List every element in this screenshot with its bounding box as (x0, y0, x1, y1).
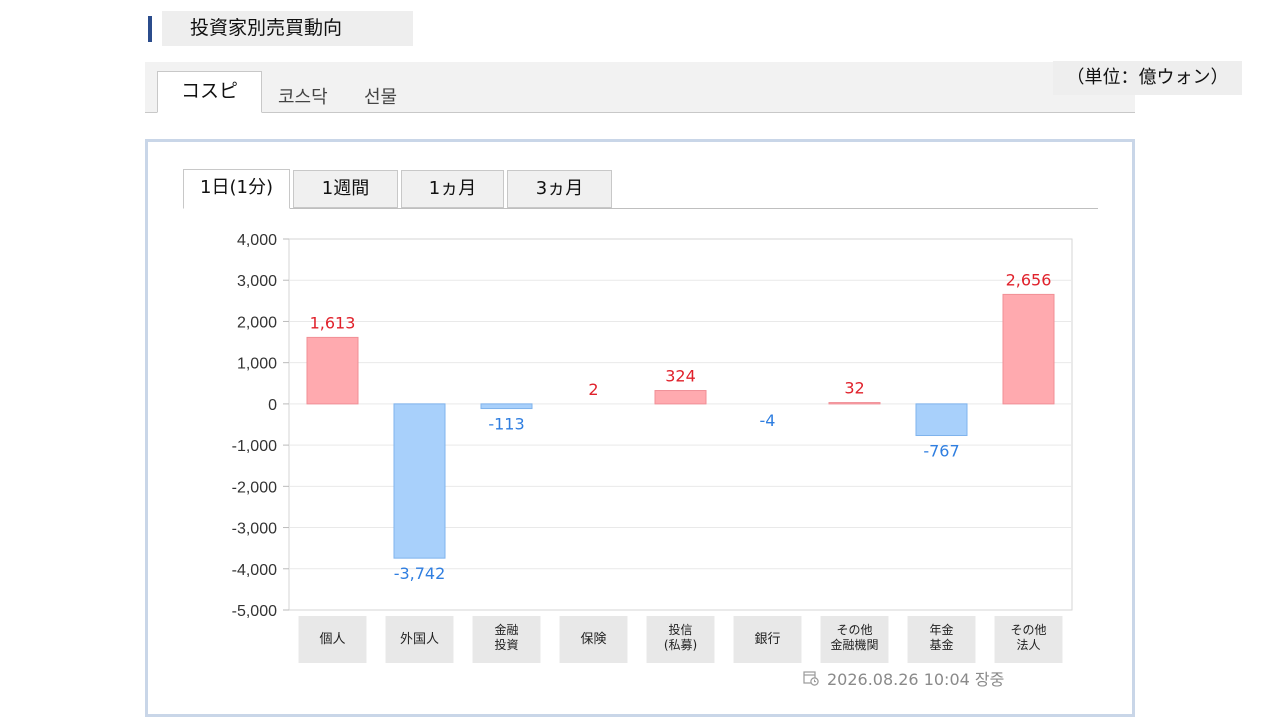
y-tick-label: 0 (268, 397, 277, 414)
category-label: 個人 (319, 632, 345, 647)
data-label: -113 (488, 415, 524, 434)
y-tick-label: -3,000 (232, 521, 277, 538)
y-tick-label: -1,000 (232, 438, 277, 455)
data-label: 1,613 (310, 313, 356, 332)
bar (306, 336, 359, 405)
category-label: 銀行 (754, 632, 780, 647)
y-tick-label: 3,000 (237, 273, 277, 290)
category-label: その他 (1010, 623, 1046, 637)
bar (1002, 293, 1055, 405)
y-tick-label: -5,000 (232, 603, 277, 620)
category-label: 外国人 (400, 632, 439, 647)
data-label: 324 (665, 367, 696, 386)
y-tick-label: -4,000 (232, 562, 277, 579)
category-label: 年金 (929, 622, 953, 637)
category-label: その他 (836, 623, 872, 637)
data-label: -767 (923, 442, 959, 461)
data-label: 2,656 (1006, 270, 1052, 289)
category-label: 法人 (1016, 638, 1040, 652)
bar (393, 403, 446, 559)
category-label: 金融 (494, 622, 518, 637)
bar (480, 403, 533, 410)
data-label: 32 (844, 379, 864, 398)
category-label: 投信 (668, 622, 692, 637)
y-tick-label: 1,000 (237, 356, 277, 373)
category-label: 金融機関 (830, 637, 878, 652)
category-label: 基金 (929, 637, 953, 652)
y-tick-label: 2,000 (237, 314, 277, 331)
data-label: -3,742 (394, 564, 446, 583)
timestamp-text: 2026.08.26 10:04 장중 (827, 670, 1005, 689)
data-label: 2 (588, 380, 598, 399)
bar (828, 402, 881, 405)
y-tick-label: 4,000 (237, 232, 277, 249)
data-label: -4 (760, 411, 776, 430)
y-tick-label: -2,000 (232, 479, 277, 496)
update-timestamp: 2026.08.26 10:04 장중 (803, 666, 1004, 690)
investor-bar-chart: 4,000 3,000 2,000 1,000 0 -1,000 -2,000 -3,000 -… (232, 232, 1073, 663)
category-label: (私募) (664, 638, 697, 652)
calendar-clock-icon (803, 671, 819, 686)
category-label: 保険 (580, 632, 606, 647)
bar (654, 390, 707, 405)
bar (915, 403, 968, 437)
category-label: 投資 (494, 637, 518, 652)
